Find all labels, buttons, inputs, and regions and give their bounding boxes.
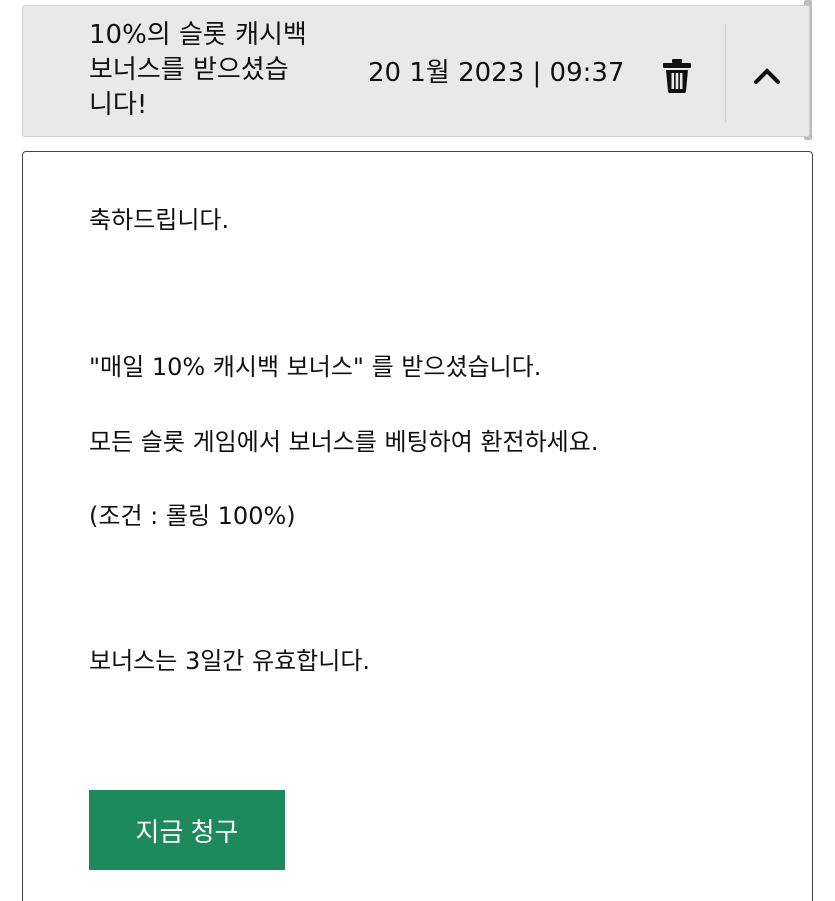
- trash-icon: [663, 59, 691, 93]
- greeting-text: 축하드립니다.: [89, 206, 230, 234]
- message-body: 축하드립니다. "매일 10% 캐시백 보너스" 를 받으셨습니다. 모든 슬롯…: [22, 151, 813, 901]
- collapse-button[interactable]: [739, 48, 795, 104]
- delete-button[interactable]: [655, 54, 699, 98]
- claim-now-button[interactable]: 지금 청구: [89, 790, 285, 870]
- message-title: 10%의 슬롯 캐시백 보너스를 받으셨습 니다!: [89, 20, 307, 120]
- page: 10%의 슬롯 캐시백 보너스를 받으셨습 니다! 20 1월 2023 | 0…: [0, 0, 835, 901]
- message-header[interactable]: 10%의 슬롯 캐시백 보너스를 받으셨습 니다! 20 1월 2023 | 0…: [22, 5, 810, 137]
- condition-text: (조건 : 롤링 100%): [89, 502, 296, 530]
- header-divider: [725, 24, 726, 122]
- validity-text: 보너스는 3일간 유효합니다.: [89, 647, 371, 675]
- received-text: "매일 10% 캐시백 보너스" 를 받으셨습니다.: [89, 353, 542, 381]
- chevron-up-icon: [754, 68, 780, 84]
- instruction-text: 모든 슬롯 게임에서 보너스를 베팅하여 환전하세요.: [89, 428, 599, 456]
- message-date: 20 1월 2023 | 09:37: [368, 58, 625, 88]
